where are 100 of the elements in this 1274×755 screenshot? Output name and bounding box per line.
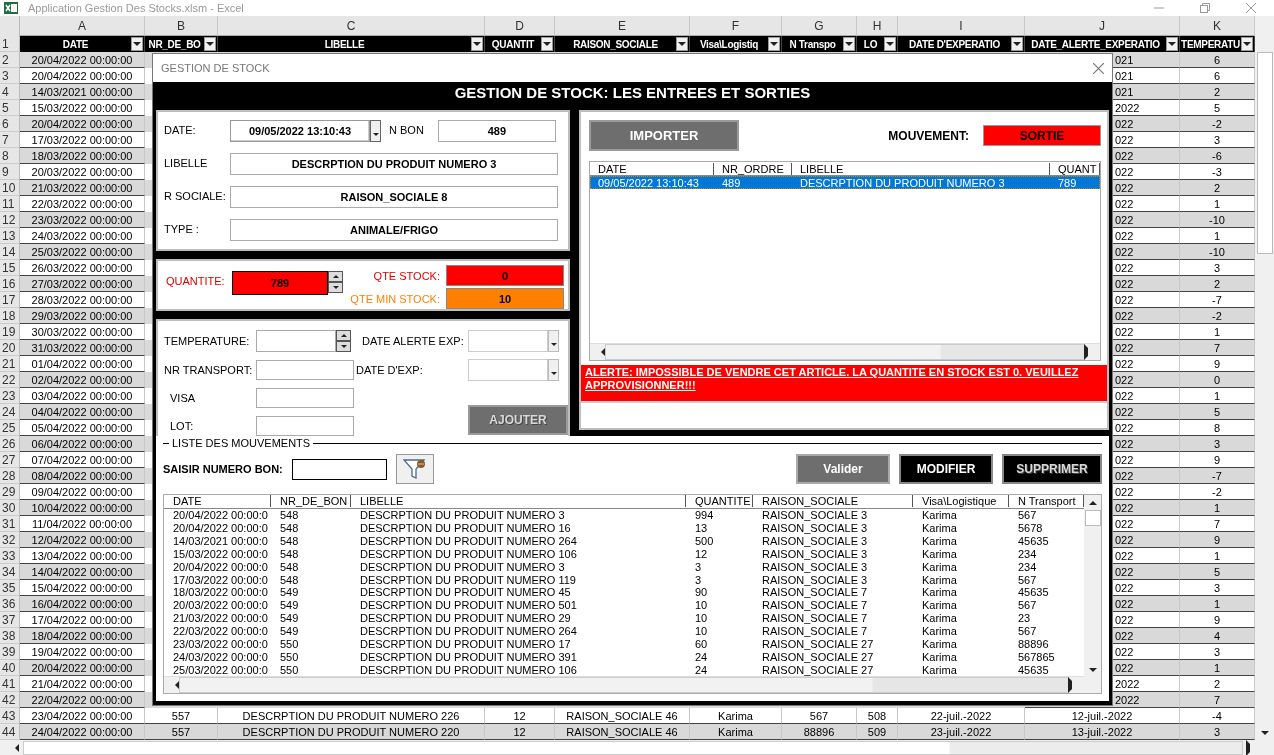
row-number[interactable]: 40 bbox=[0, 660, 20, 676]
row-number[interactable]: 38 bbox=[0, 628, 20, 644]
action-button[interactable]: MODIFIER bbox=[899, 454, 993, 484]
column-heading[interactable]: QUANT bbox=[1050, 162, 1100, 175]
input-field[interactable] bbox=[256, 360, 354, 380]
column-letter[interactable]: J bbox=[1025, 16, 1180, 36]
column-heading[interactable]: LIBELLE bbox=[792, 162, 1050, 175]
column-letter[interactable]: I bbox=[898, 16, 1025, 36]
row-number[interactable]: 10 bbox=[0, 180, 20, 196]
vertical-scrollbar[interactable] bbox=[1084, 495, 1101, 693]
row-number[interactable]: 27 bbox=[0, 452, 20, 468]
row-number[interactable]: 21 bbox=[0, 356, 20, 372]
column-heading[interactable]: DATE bbox=[590, 162, 714, 175]
column-letter[interactable]: B bbox=[145, 16, 218, 36]
restore-icon[interactable] bbox=[1200, 3, 1210, 13]
row-number[interactable]: 17 bbox=[0, 292, 20, 308]
spin-up-button[interactable] bbox=[336, 330, 351, 341]
input-field[interactable]: DESCRPTION DU PRODUIT NUMERO 3 bbox=[230, 153, 558, 175]
row-number[interactable]: 30 bbox=[0, 500, 20, 516]
row-number[interactable]: 9 bbox=[0, 164, 20, 180]
column-letter[interactable]: E bbox=[555, 16, 690, 36]
spin-down-button[interactable] bbox=[328, 282, 343, 293]
row-number[interactable]: 12 bbox=[0, 212, 20, 228]
close-icon[interactable] bbox=[1093, 62, 1104, 74]
column-letter[interactable]: C bbox=[218, 16, 485, 36]
row-number[interactable]: 25 bbox=[0, 420, 20, 436]
row-number[interactable]: 8 bbox=[0, 148, 20, 164]
horizontal-scrollbar[interactable] bbox=[590, 343, 1100, 360]
input-field[interactable] bbox=[256, 388, 354, 408]
search-field[interactable] bbox=[291, 458, 387, 480]
row-number[interactable]: 32 bbox=[0, 532, 20, 548]
date-field[interactable] bbox=[468, 330, 548, 352]
column-heading[interactable]: RAISON_SOCIALE bbox=[753, 495, 913, 508]
list-row[interactable]: 09/05/2022 13:10:43 489 DESCRPTION DU PRODUIT NUMERO 3 789 bbox=[590, 176, 1100, 189]
column-letter[interactable]: A bbox=[20, 16, 145, 36]
filter-dropdown-button[interactable] bbox=[1011, 37, 1023, 51]
date-field[interactable] bbox=[468, 359, 548, 381]
row-number[interactable]: 18 bbox=[0, 308, 20, 324]
filter-dropdown-button[interactable] bbox=[204, 37, 216, 51]
row-number[interactable]: 23 bbox=[0, 388, 20, 404]
filter-dropdown-button[interactable] bbox=[541, 37, 553, 51]
row-number[interactable]: 15 bbox=[0, 260, 20, 276]
vertical-scrollbar[interactable] bbox=[1255, 16, 1274, 740]
dropdown-button[interactable] bbox=[370, 120, 381, 142]
horizontal-scrollbar[interactable] bbox=[164, 676, 1084, 693]
row-number[interactable]: 14 bbox=[0, 244, 20, 260]
column-letter[interactable]: K bbox=[1180, 16, 1255, 36]
row-number[interactable]: 37 bbox=[0, 612, 20, 628]
action-button[interactable]: Valider bbox=[796, 454, 890, 484]
row-number[interactable]: 3 bbox=[0, 68, 20, 84]
row-number[interactable]: 31 bbox=[0, 516, 20, 532]
row-number[interactable]: 35 bbox=[0, 580, 20, 596]
column-heading[interactable]: Visa\Logistique bbox=[913, 495, 1009, 508]
row-number[interactable]: 22 bbox=[0, 372, 20, 388]
column-heading[interactable]: DATE bbox=[164, 495, 271, 508]
row-number[interactable]: 36 bbox=[0, 596, 20, 612]
row-number[interactable]: 4 bbox=[0, 84, 20, 100]
quantity-field[interactable]: 789 bbox=[232, 271, 328, 295]
row-number[interactable]: 20 bbox=[0, 340, 20, 356]
spin-up-button[interactable] bbox=[328, 271, 343, 282]
row-number[interactable]: 16 bbox=[0, 276, 20, 292]
filter-dropdown-button[interactable] bbox=[131, 37, 143, 51]
row-number[interactable]: 5 bbox=[0, 100, 20, 116]
column-letter[interactable]: G bbox=[782, 16, 857, 36]
date-field[interactable]: 09/05/2022 13:10:43 bbox=[230, 120, 370, 142]
temperature-field[interactable] bbox=[256, 330, 336, 352]
dropdown-button[interactable] bbox=[548, 330, 559, 352]
row-number[interactable]: 13 bbox=[0, 228, 20, 244]
column-heading[interactable]: NR_ORDRE bbox=[714, 162, 792, 175]
row-number[interactable]: 29 bbox=[0, 484, 20, 500]
import-button[interactable]: IMPORTER bbox=[589, 120, 739, 151]
filter-dropdown-button[interactable] bbox=[768, 37, 780, 51]
row-number[interactable]: 6 bbox=[0, 116, 20, 132]
column-letter[interactable]: H bbox=[857, 16, 898, 36]
row-number[interactable]: 1 bbox=[0, 36, 20, 52]
horizontal-scrollbar[interactable] bbox=[0, 740, 1274, 755]
column-letter[interactable]: D bbox=[485, 16, 555, 36]
column-heading[interactable]: LIBELLE bbox=[351, 495, 686, 508]
row-number[interactable]: 42 bbox=[0, 692, 20, 708]
filter-dropdown-button[interactable] bbox=[1241, 37, 1253, 51]
close-icon[interactable] bbox=[1246, 3, 1256, 13]
input-field[interactable]: RAISON_SOCIALE 8 bbox=[230, 186, 558, 208]
row-number[interactable]: 11 bbox=[0, 196, 20, 212]
input-field[interactable]: ANIMALE/FRIGO bbox=[230, 219, 558, 241]
filter-dropdown-button[interactable] bbox=[676, 37, 688, 51]
row-number[interactable]: 34 bbox=[0, 564, 20, 580]
input-field[interactable]: 489 bbox=[437, 120, 556, 142]
filter-dropdown-button[interactable] bbox=[843, 37, 855, 51]
row-number[interactable]: 19 bbox=[0, 324, 20, 340]
row-number[interactable]: 39 bbox=[0, 644, 20, 660]
row-number[interactable]: 2 bbox=[0, 52, 20, 68]
spin-down-button[interactable] bbox=[336, 341, 351, 352]
row-number[interactable]: 33 bbox=[0, 548, 20, 564]
row-number[interactable]: 26 bbox=[0, 436, 20, 452]
row-number[interactable]: 41 bbox=[0, 676, 20, 692]
filter-button[interactable] bbox=[395, 454, 434, 484]
filter-dropdown-button[interactable] bbox=[471, 37, 483, 51]
row-number[interactable]: 7 bbox=[0, 132, 20, 148]
filter-dropdown-button[interactable] bbox=[884, 37, 896, 51]
row-number[interactable]: 44 bbox=[0, 724, 20, 740]
